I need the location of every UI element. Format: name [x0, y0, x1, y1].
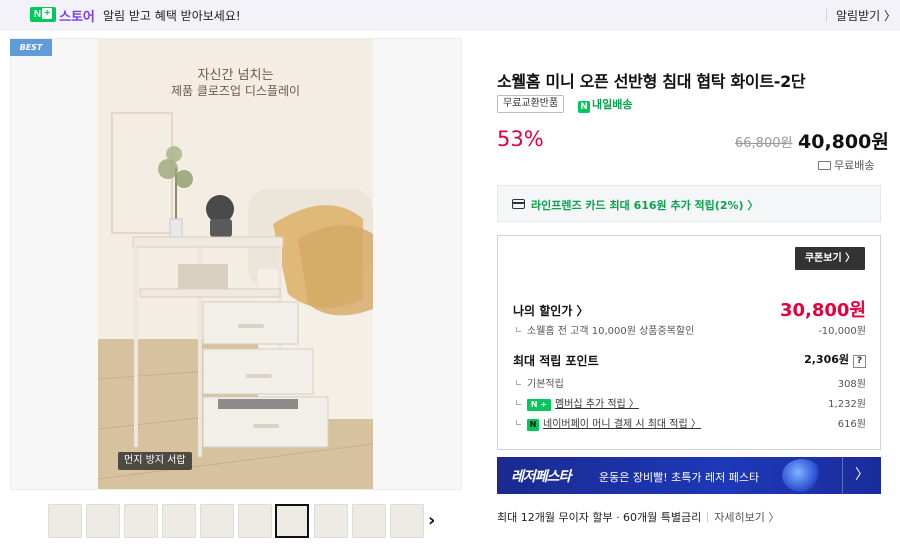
points-label: 최대 적립 포인트	[513, 354, 599, 368]
corner-icon	[516, 380, 521, 385]
coupon-detail-value: -10,000원	[818, 326, 866, 337]
thumbnail[interactable]	[390, 504, 424, 538]
coupon-detail: 소웰홈 전 고객 10,000원 상품중복할인	[516, 322, 694, 337]
credit-card-icon	[512, 199, 525, 209]
membership-value: 1,232원	[828, 399, 866, 410]
base-point-label: 기본적립	[527, 379, 564, 390]
delivery-tag-label: 내일배송	[592, 98, 633, 111]
delivery-tag: N 내일배송	[578, 96, 632, 113]
corner-icon	[516, 327, 521, 332]
card-benefit-box[interactable]: 라인프렌즈 카드 최대 616원 추가 적립(2%) 〉	[497, 185, 881, 222]
notify-button[interactable]: 알림받기 〉	[836, 7, 896, 24]
thumbnail[interactable]	[238, 504, 272, 538]
installment-info: 최대 12개월 무이자 할부 · 60개월 특별금리 자세히보기 〉	[497, 509, 779, 525]
chevron-right-icon[interactable]: 〉	[842, 457, 881, 494]
nplus-logo-icon: N +	[30, 7, 56, 22]
divider	[707, 512, 709, 522]
corner-icon	[516, 420, 521, 425]
points-value-wrap: 2,306원?	[804, 351, 866, 368]
npay-value: 616원	[837, 419, 866, 430]
original-price: 66,800원	[735, 136, 793, 151]
naver-n-icon: N	[578, 101, 590, 113]
sale-price: 40,800원	[798, 131, 889, 153]
banner-message: 알림 받고 혜택 받아보세요!	[103, 9, 241, 23]
thumbnail[interactable]	[86, 504, 120, 538]
free-return-tag: 무료교환반품	[497, 95, 565, 113]
base-point-value: 308원	[837, 379, 866, 390]
image-caption-line2: 제품 클로즈업 디스플레이	[170, 84, 301, 98]
nplus-icon: N +	[527, 399, 551, 411]
ad-text: 운동은 장비빨! 초특가 레저 페스타	[599, 471, 760, 484]
corner-icon	[516, 400, 521, 405]
my-discount-label[interactable]: 나의 할인가 〉	[513, 302, 589, 319]
benefit-box: 쿠폰보기 〉 나의 할인가 〉 30,800원 소웰홈 전 고객 10,000원…	[497, 235, 881, 450]
chevron-right-icon[interactable]: ›	[428, 510, 435, 531]
npay-icon: N	[527, 419, 539, 431]
image-label-tag: 먼지 방지 서랍	[118, 452, 192, 470]
shipping-info: 무료배송	[818, 157, 874, 173]
store-label: 스토어	[59, 10, 95, 25]
points-value: 2,306원	[804, 353, 849, 366]
membership-row[interactable]: N + 멤버십 추가 적립 〉	[516, 395, 639, 411]
top-banner: N + 스토어 알림 받고 혜택 받아보세요! 알림받기 〉	[0, 0, 900, 30]
installment-detail-link[interactable]: 자세히보기 〉	[714, 511, 779, 524]
coupon-button[interactable]: 쿠폰보기 〉	[795, 247, 865, 270]
shipping-label: 무료배송	[834, 159, 875, 172]
thumbnail[interactable]	[352, 504, 386, 538]
image-caption-line1: 자신간 넘치는	[197, 68, 274, 83]
installment-text: 최대 12개월 무이자 할부 · 60개월 특별금리	[497, 511, 702, 524]
npay-link[interactable]: 네이버페이 머니 결제 시 최대 적립 〉	[543, 419, 701, 430]
thumbnail[interactable]	[48, 504, 82, 538]
thumbnail[interactable]	[162, 504, 196, 538]
card-benefit-text[interactable]: 라인프렌즈 카드 최대 616원 추가 적립(2%) 〉	[531, 197, 758, 213]
membership-link[interactable]: 멤버십 추가 적립 〉	[555, 399, 639, 410]
product-main-image[interactable]: 자신간 넘치는 제품 클로즈업 디스플레이	[98, 39, 373, 489]
ad-decoration-image	[782, 459, 822, 492]
ad-banner[interactable]: 레저페스타 운동은 장비빨! 초특가 레저 페스타 〉	[497, 457, 881, 494]
my-discount-value: 30,800원	[779, 300, 866, 321]
thumbnail[interactable]	[124, 504, 158, 538]
nightstand-illustration	[98, 39, 373, 489]
product-title: 소웰홈 미니 오픈 선반형 침대 협탁 화이트-2단	[497, 72, 806, 91]
discount-rate: 53%	[497, 127, 544, 151]
best-badge: BEST	[10, 39, 52, 56]
help-icon[interactable]: ?	[853, 355, 866, 368]
thumbnail-active[interactable]	[275, 504, 309, 538]
truck-icon	[818, 161, 831, 170]
thumbnail[interactable]	[314, 504, 348, 538]
ad-brand-logo: 레저페스타	[511, 469, 571, 485]
coupon-detail-label: 소웰홈 전 고객 10,000원 상품중복할인	[527, 326, 695, 337]
npay-row[interactable]: N 네이버페이 머니 결제 시 최대 적립 〉	[516, 415, 701, 431]
thumbnail[interactable]	[200, 504, 234, 538]
banner-divider	[826, 9, 827, 21]
base-point-row: 기본적립	[516, 375, 564, 390]
